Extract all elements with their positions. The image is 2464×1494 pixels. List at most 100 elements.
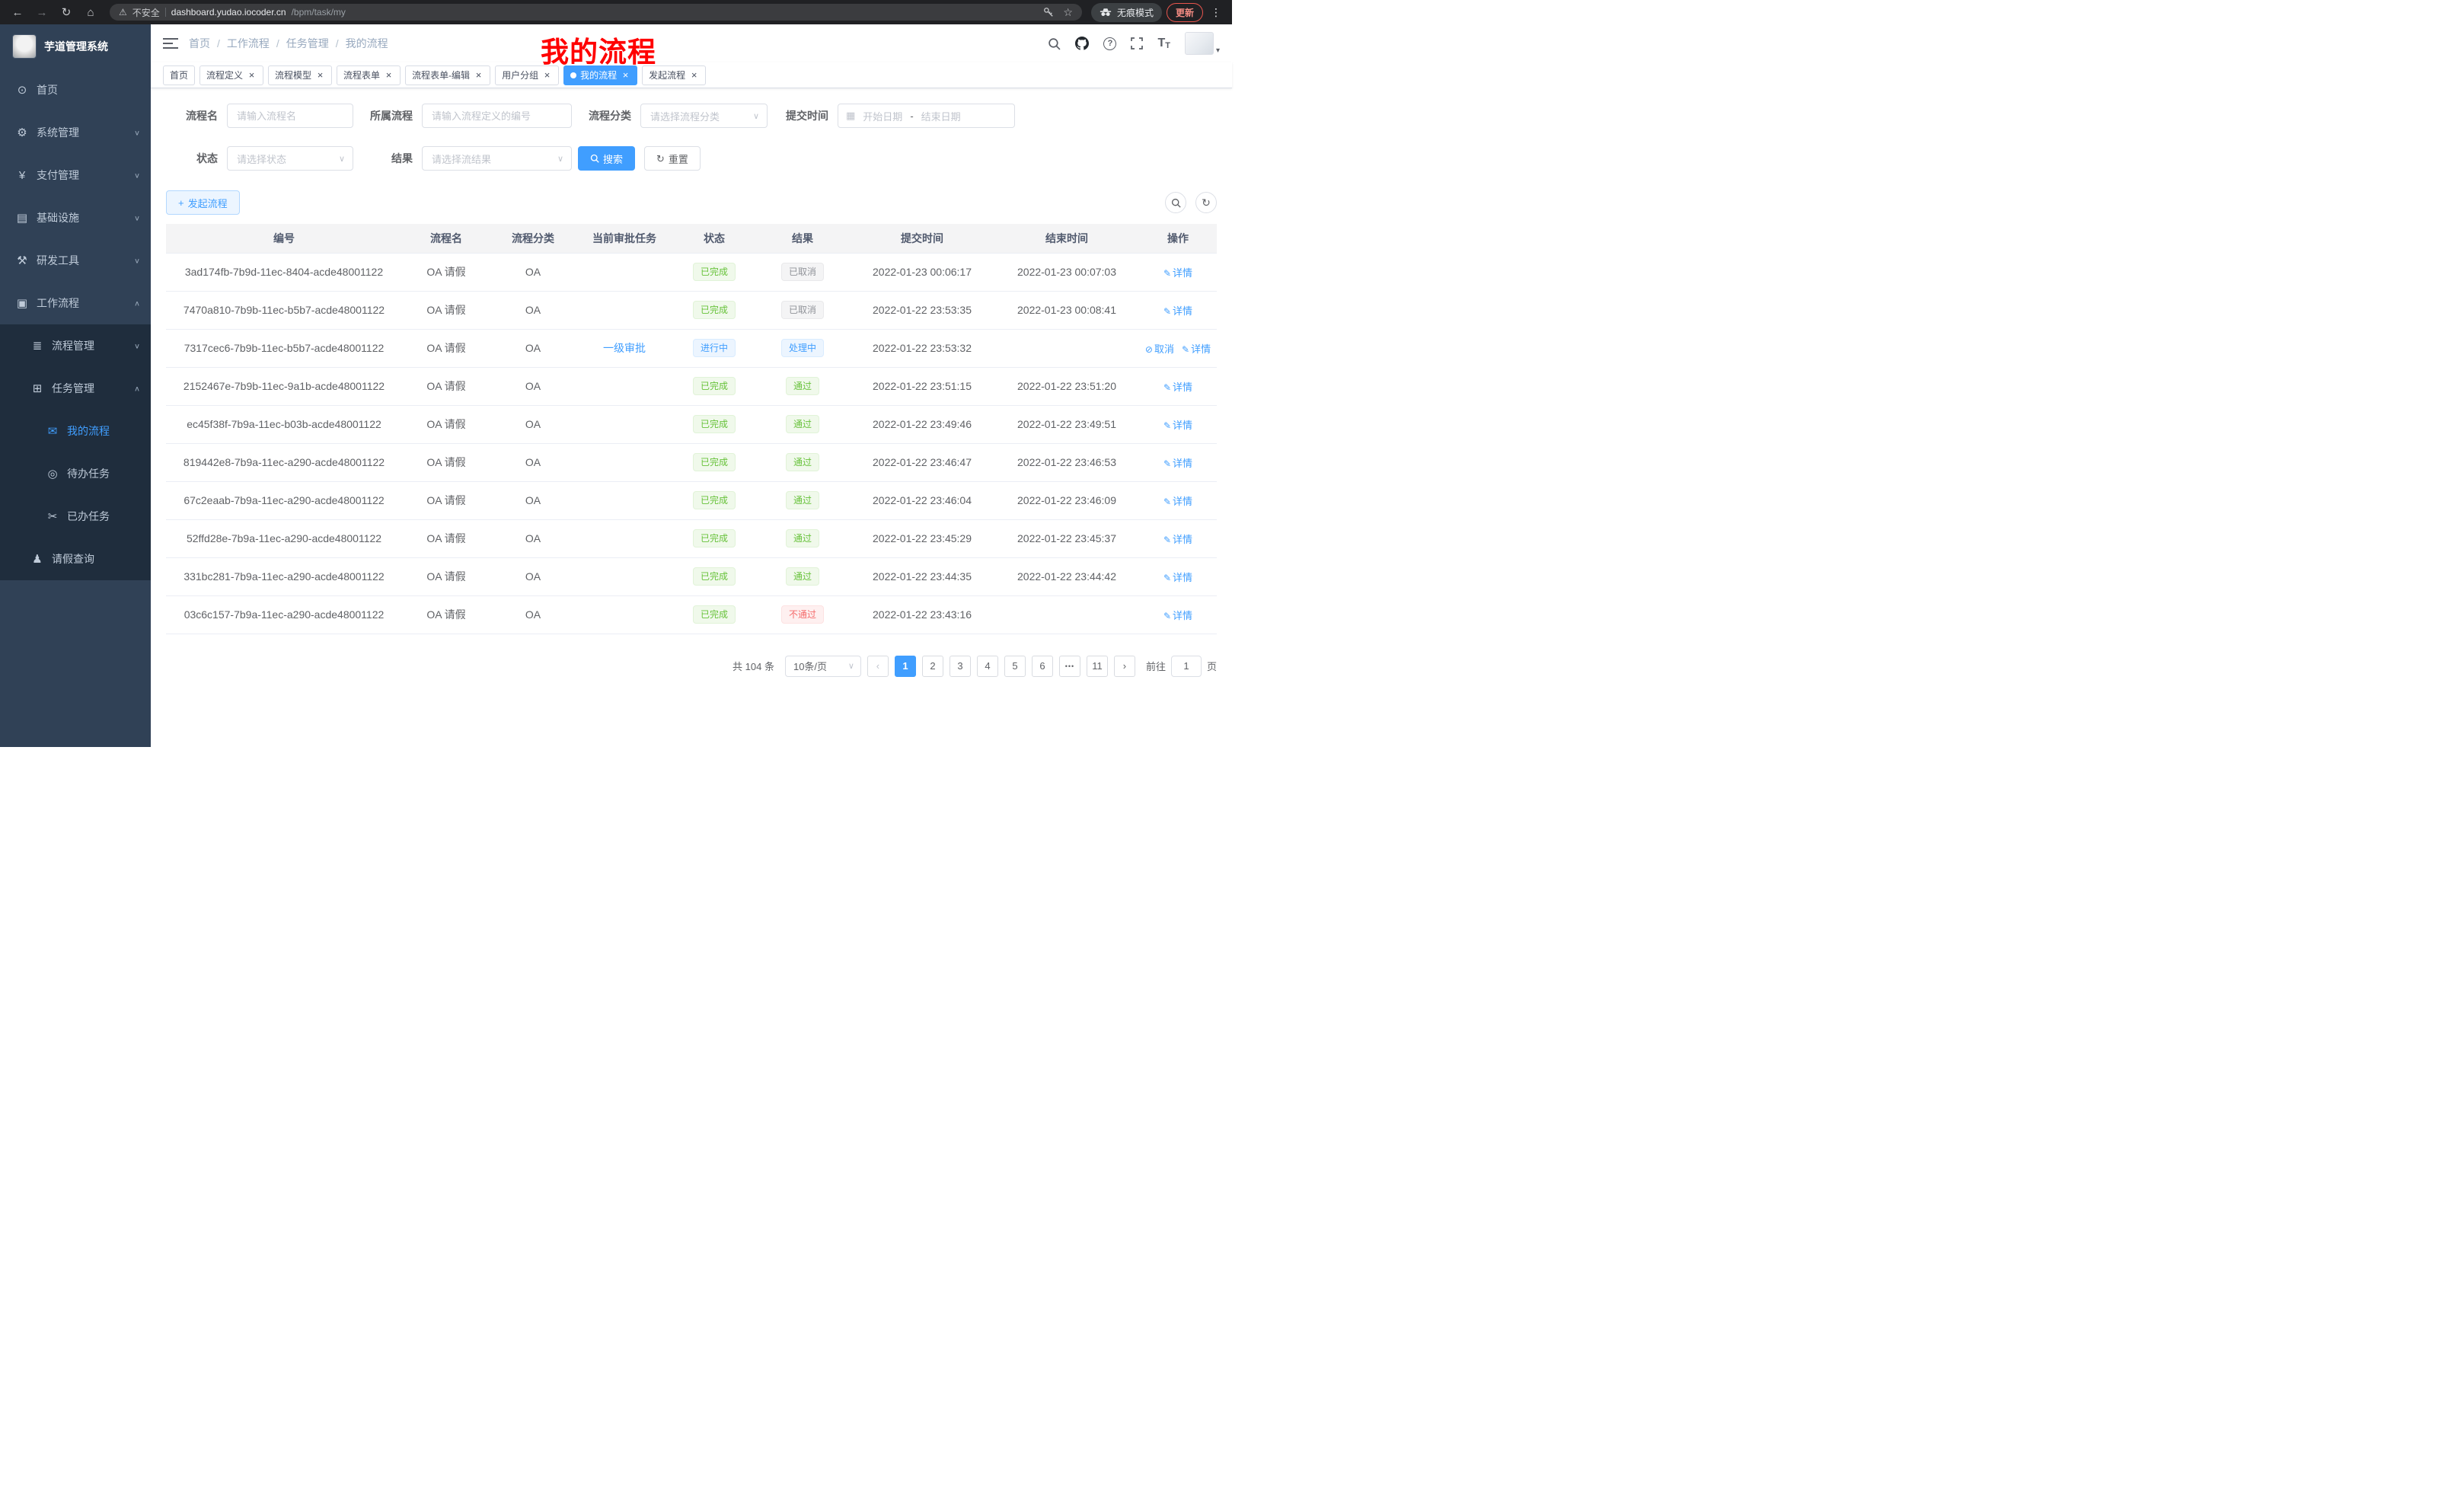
browser-home-button[interactable]: ⌂ xyxy=(81,2,101,22)
help-icon[interactable]: ? xyxy=(1103,37,1116,50)
key-icon[interactable] xyxy=(1043,7,1054,18)
result-badge: 通过 xyxy=(786,377,819,395)
detail-link[interactable]: ✎详情 xyxy=(1182,343,1211,355)
app-logo[interactable]: 芋道管理系统 xyxy=(0,24,151,69)
sidebar-item-my-process[interactable]: ✉ 我的流程 xyxy=(0,410,151,452)
detail-link[interactable]: ✎详情 xyxy=(1163,610,1192,621)
tab-my-process[interactable]: 我的流程 × xyxy=(563,65,637,85)
result-badge: 不通过 xyxy=(781,605,824,624)
breadcrumb-home[interactable]: 首页 xyxy=(189,36,210,51)
plus-icon: + xyxy=(178,198,184,208)
detail-link[interactable]: ✎详情 xyxy=(1163,420,1192,431)
edit-icon: ✎ xyxy=(1163,306,1171,317)
sidebar-item-system[interactable]: ⚙ 系统管理 ∨ xyxy=(0,111,151,154)
detail-link[interactable]: ✎详情 xyxy=(1163,458,1192,469)
close-icon[interactable]: × xyxy=(542,70,552,80)
active-tab-dot-icon xyxy=(570,72,576,78)
chevron-down-icon: ∨ xyxy=(134,213,140,222)
detail-link[interactable]: ✎详情 xyxy=(1163,267,1192,279)
prev-page-button[interactable]: ‹ xyxy=(867,656,889,677)
browser-forward-button[interactable]: → xyxy=(32,2,52,22)
close-icon[interactable]: × xyxy=(315,70,325,80)
detail-link[interactable]: ✎详情 xyxy=(1163,534,1192,545)
sidebar-item-done-tasks[interactable]: ✂ 已办任务 xyxy=(0,495,151,538)
bookmark-star-icon[interactable]: ☆ xyxy=(1063,6,1073,19)
tab-process-definition[interactable]: 流程定义 × xyxy=(199,65,263,85)
page-button[interactable]: 5 xyxy=(1004,656,1026,677)
parent-process-input[interactable] xyxy=(422,104,572,128)
page-button[interactable]: 2 xyxy=(922,656,943,677)
reset-button[interactable]: ↻ 重置 xyxy=(644,146,701,171)
caret-down-icon: ▾ xyxy=(1216,46,1220,55)
sidebar-item-infra[interactable]: ▤ 基础设施 ∨ xyxy=(0,196,151,239)
briefcase-icon: ▣ xyxy=(15,296,29,310)
tab-user-group[interactable]: 用户分组 × xyxy=(495,65,559,85)
edit-icon: ✎ xyxy=(1163,268,1171,279)
security-label[interactable]: 不安全 xyxy=(132,6,160,19)
close-icon[interactable]: × xyxy=(621,70,630,80)
caret-down-icon: ∨ xyxy=(753,111,759,121)
page-button[interactable]: 6 xyxy=(1032,656,1053,677)
browser-reload-button[interactable]: ↻ xyxy=(56,2,76,22)
browser-update-button[interactable]: 更新 xyxy=(1167,3,1203,22)
status-badge: 已完成 xyxy=(693,605,736,624)
show-search-button[interactable] xyxy=(1165,192,1186,213)
github-icon[interactable] xyxy=(1075,37,1089,50)
browser-back-button[interactable]: ← xyxy=(8,2,27,22)
address-bar[interactable]: ⚠ 不安全 dashboard.yudao.iocoder.cn /bpm/ta… xyxy=(110,4,1082,21)
result-badge: 通过 xyxy=(786,415,819,433)
table-row: 7317cec6-7b9b-11ec-b5b7-acde48001122 OA … xyxy=(166,329,1217,367)
tab-process-form-edit[interactable]: 流程表单-编辑 × xyxy=(405,65,490,85)
page-button[interactable]: 11 xyxy=(1087,656,1108,677)
sidebar-item-process-mgmt[interactable]: ≣ 流程管理 ∨ xyxy=(0,324,151,367)
sidebar-toggle-icon[interactable] xyxy=(163,37,178,49)
sidebar-item-payment[interactable]: ¥ 支付管理 ∨ xyxy=(0,154,151,196)
start-process-button[interactable]: + 发起流程 xyxy=(166,190,240,215)
detail-link[interactable]: ✎详情 xyxy=(1163,572,1192,583)
close-icon[interactable]: × xyxy=(689,70,699,80)
search-button[interactable]: 搜索 xyxy=(578,146,635,171)
detail-link[interactable]: ✎详情 xyxy=(1163,381,1192,393)
result-select[interactable]: 请选择流结果 ∨ xyxy=(422,146,572,171)
process-name-input[interactable] xyxy=(227,104,353,128)
submit-time-range-picker[interactable]: ▦ 开始日期 - 结束日期 xyxy=(838,104,1015,128)
server-icon: ▤ xyxy=(15,211,29,225)
fullscreen-icon[interactable] xyxy=(1131,37,1143,49)
cancel-link[interactable]: ⊘取消 xyxy=(1145,343,1174,355)
font-size-icon[interactable]: TT xyxy=(1157,37,1170,50)
page-button[interactable]: 1 xyxy=(895,656,916,677)
sidebar-item-todo-tasks[interactable]: ◎ 待办任务 xyxy=(0,452,151,495)
page-button[interactable]: 3 xyxy=(950,656,971,677)
sidebar-item-workflow[interactable]: ▣ 工作流程 ∧ xyxy=(0,282,151,324)
user-avatar-menu[interactable]: ▾ xyxy=(1185,32,1220,55)
browser-menu-icon[interactable]: ⋮ xyxy=(1208,6,1224,19)
status-select[interactable]: 请选择状态 ∨ xyxy=(227,146,353,171)
goto-page-input[interactable] xyxy=(1171,656,1202,677)
search-icon xyxy=(590,154,599,163)
sidebar-item-task-mgmt[interactable]: ⊞ 任务管理 ∧ xyxy=(0,367,151,410)
close-icon[interactable]: × xyxy=(384,70,394,80)
close-icon[interactable]: × xyxy=(247,70,257,80)
detail-link[interactable]: ✎详情 xyxy=(1163,496,1192,507)
current-task-link[interactable]: 一级审批 xyxy=(603,342,646,354)
refresh-table-button[interactable]: ↻ xyxy=(1195,192,1217,213)
result-badge: 通过 xyxy=(786,491,819,509)
category-select[interactable]: 请选择流程分类 ∨ xyxy=(640,104,768,128)
detail-link[interactable]: ✎详情 xyxy=(1163,305,1192,317)
tab-start-process[interactable]: 发起流程 × xyxy=(642,65,706,85)
page-button[interactable]: 4 xyxy=(977,656,998,677)
tab-home[interactable]: 首页 xyxy=(163,65,195,85)
sidebar-item-leave-query[interactable]: ♟ 请假查询 xyxy=(0,538,151,580)
more-pages-button[interactable]: ••• xyxy=(1059,656,1080,677)
tab-process-model[interactable]: 流程模型 × xyxy=(268,65,332,85)
tab-process-form[interactable]: 流程表单 × xyxy=(337,65,401,85)
next-page-button[interactable]: › xyxy=(1114,656,1135,677)
page-size-select[interactable]: 10条/页 ∨ xyxy=(785,656,861,677)
chevron-down-icon: ∨ xyxy=(134,171,140,179)
sidebar-item-home[interactable]: ⊙ 首页 xyxy=(0,69,151,111)
close-icon[interactable]: × xyxy=(474,70,484,80)
top-navbar: 首页 / 工作流程 / 任务管理 / 我的流程 xyxy=(151,24,1232,62)
sidebar-item-devtools[interactable]: ⚒ 研发工具 ∨ xyxy=(0,239,151,282)
search-icon[interactable] xyxy=(1048,37,1061,50)
parent-process-label: 所属流程 xyxy=(353,108,422,123)
